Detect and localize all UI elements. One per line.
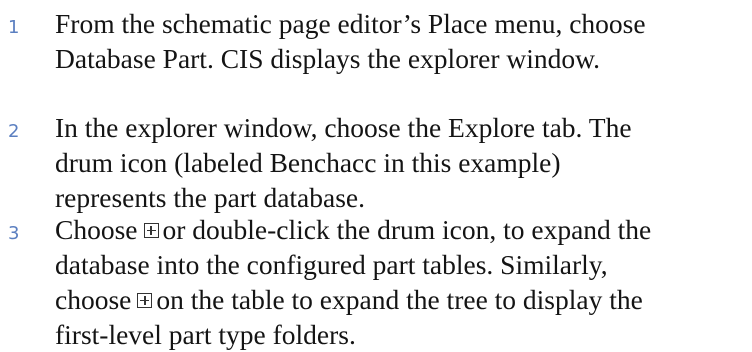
step-number: 2 <box>8 121 20 142</box>
text-line: Database Part. CIS displays the explorer… <box>55 43 601 74</box>
document-page: 1 From the schematic page editor’s Place… <box>0 0 752 350</box>
step-number: 1 <box>8 17 20 38</box>
step-text: Choose or double-click the drum icon, to … <box>55 212 752 352</box>
step-number: 3 <box>8 223 20 244</box>
text-fragment: on the table to expand the tree to displ… <box>156 284 643 315</box>
step-text: From the schematic page editor’s Place m… <box>55 6 752 76</box>
expand-plus-icon <box>137 293 153 308</box>
step-text: In the explorer window, choose the Explo… <box>55 110 752 215</box>
text-fragment: or double-click the drum icon, to expand… <box>162 214 652 245</box>
text-line: In the explorer window, choose the Explo… <box>55 112 632 143</box>
text-line: represents the part database. <box>55 182 365 213</box>
text-fragment: choose <box>55 284 132 315</box>
text-line: From the schematic page editor’s Place m… <box>55 8 646 39</box>
text-line: first-level part type folders. <box>55 319 356 350</box>
text-line: Choose or double-click the drum icon, to … <box>55 212 752 247</box>
text-line: database into the configured part tables… <box>55 249 608 280</box>
expand-plus-icon <box>143 223 159 238</box>
text-line: drum icon (labeled Benchacc in this exam… <box>55 147 561 178</box>
text-fragment: Choose <box>55 214 138 245</box>
text-line: choose on the table to expand the tree to… <box>55 282 752 317</box>
